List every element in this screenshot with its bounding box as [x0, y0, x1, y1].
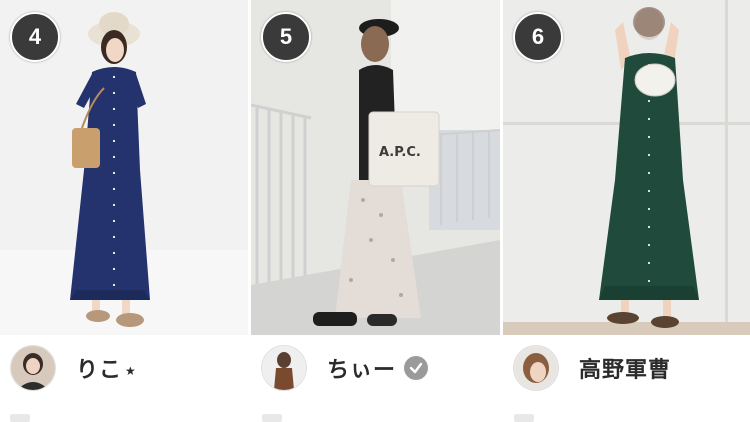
rank-badge: 4	[10, 12, 60, 62]
user-row[interactable]: りこ ★	[0, 340, 137, 396]
rank-badge: 5	[261, 12, 311, 62]
outfit-photo[interactable]: A.P.C. 5	[251, 0, 500, 335]
avatar[interactable]	[10, 345, 56, 391]
check-verified-icon	[404, 356, 429, 380]
user-row[interactable]: ちぃー	[251, 340, 429, 396]
outfit-ranking-grid: 4 りこ ★ A.P.C. 5 ちぃー 6 高野軍曹	[0, 0, 750, 422]
username[interactable]: 高野軍曹	[579, 352, 671, 384]
avatar[interactable]	[261, 345, 307, 391]
star-icon: ★	[125, 364, 137, 378]
avatar[interactable]	[513, 345, 559, 391]
next-row-peek	[0, 408, 750, 422]
outfit-card-4[interactable]: 4 りこ ★	[0, 0, 248, 422]
outfit-photo[interactable]: 4	[0, 0, 248, 335]
username[interactable]: りこ ★	[76, 352, 137, 384]
rank-badge: 6	[513, 12, 563, 62]
outfit-photo[interactable]: 6	[503, 0, 750, 335]
svg-text:A.P.C.: A.P.C.	[379, 145, 421, 160]
username[interactable]: ちぃー	[327, 352, 396, 384]
outfit-card-5[interactable]: A.P.C. 5 ちぃー	[251, 0, 500, 422]
outfit-card-6[interactable]: 6 高野軍曹	[503, 0, 750, 422]
user-row[interactable]: 高野軍曹	[503, 340, 671, 396]
